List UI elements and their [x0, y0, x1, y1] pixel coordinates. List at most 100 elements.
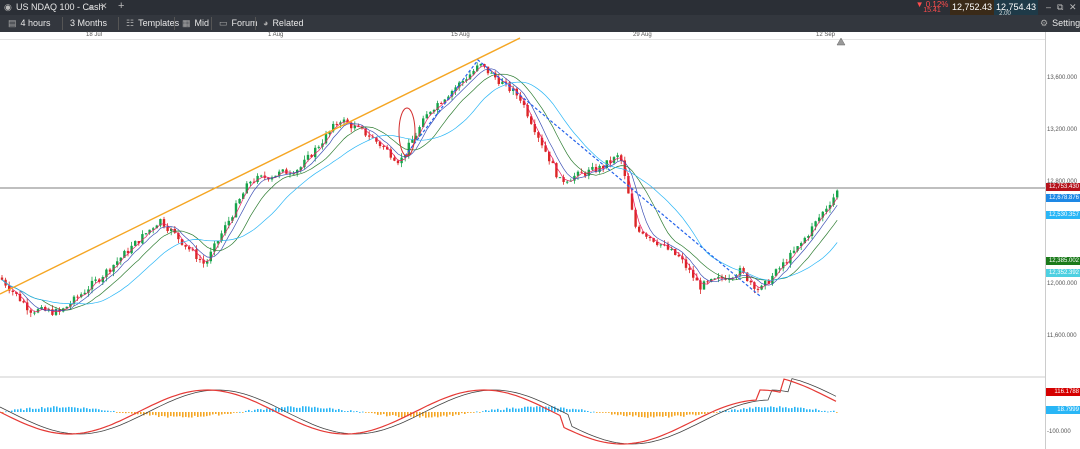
- histogram-bar: [482, 411, 484, 413]
- histogram-bar: [800, 407, 802, 412]
- histogram-bar: [680, 412, 682, 417]
- histogram-bar: [563, 407, 565, 412]
- histogram-bar: [95, 408, 97, 412]
- histogram-bar: [665, 412, 667, 416]
- candle-body: [162, 219, 166, 227]
- histogram-bar: [467, 412, 469, 413]
- histogram-bar: [368, 412, 370, 413]
- histogram-bar: [608, 412, 610, 413]
- candle-body: [566, 181, 569, 183]
- candle-body: [778, 268, 781, 270]
- histogram-bar: [377, 412, 379, 415]
- histogram-bar: [683, 412, 685, 417]
- histogram-bar: [161, 412, 163, 417]
- histogram-bar: [818, 410, 820, 412]
- histogram-bar: [611, 412, 613, 415]
- candle-body: [836, 190, 839, 198]
- histogram-bar: [743, 408, 745, 412]
- histogram-bar: [644, 412, 646, 418]
- histogram-bar: [227, 412, 229, 415]
- candle-body: [688, 267, 691, 270]
- candle-body: [411, 139, 414, 143]
- popout-icon[interactable]: ⧉: [1057, 2, 1063, 13]
- histogram-bar: [446, 412, 448, 417]
- histogram-bar: [716, 412, 718, 413]
- candle-body: [22, 301, 25, 303]
- histogram-bar: [131, 412, 133, 414]
- histogram-bar: [374, 412, 376, 414]
- candle-body: [425, 114, 428, 119]
- histogram-bar: [476, 411, 478, 413]
- histogram-bar: [704, 412, 706, 415]
- histogram-bar: [236, 412, 238, 413]
- candle-body: [591, 166, 594, 170]
- histogram-bar: [299, 407, 301, 412]
- histogram-bar: [245, 410, 247, 412]
- histogram-bar: [602, 412, 604, 413]
- candle-body: [134, 241, 137, 246]
- histogram-bar: [443, 412, 445, 416]
- histogram-bar: [383, 412, 385, 415]
- candle-body: [249, 181, 252, 184]
- histogram-bar: [767, 407, 769, 412]
- histogram-bar: [260, 409, 262, 412]
- histogram-bar: [737, 410, 739, 412]
- histogram-bar: [695, 412, 697, 416]
- histogram-bar: [761, 407, 763, 412]
- histogram-bar: [578, 409, 580, 412]
- histogram-bar: [59, 407, 61, 412]
- histogram-bar: [497, 408, 499, 412]
- histogram-bar: [473, 412, 475, 413]
- histogram-bar: [425, 412, 427, 418]
- histogram-bar: [317, 407, 319, 412]
- histogram-bar: [110, 411, 112, 413]
- histogram-bar: [821, 411, 823, 412]
- histogram-bar: [200, 412, 202, 417]
- histogram-bar: [791, 408, 793, 412]
- histogram-bar: [401, 412, 403, 418]
- histogram-bar: [434, 412, 436, 417]
- histogram-bar: [806, 409, 808, 412]
- candle-body: [440, 103, 443, 105]
- histogram-bar: [404, 412, 406, 417]
- histogram-bar: [323, 408, 325, 412]
- histogram-bar: [542, 407, 544, 412]
- candle-body: [792, 250, 796, 253]
- histogram-bar: [617, 412, 619, 416]
- histogram-bar: [167, 412, 169, 418]
- candle-body: [238, 198, 241, 204]
- histogram-bar: [35, 408, 37, 412]
- price-axis[interactable]: [1045, 32, 1080, 449]
- moving-average-line: [1, 73, 838, 311]
- histogram-bar: [23, 410, 25, 412]
- histogram-bar: [734, 409, 736, 412]
- histogram-bar: [188, 412, 190, 418]
- histogram-bar: [575, 409, 577, 412]
- histogram-bar: [599, 412, 601, 413]
- histogram-bar: [836, 412, 838, 413]
- histogram-bar: [62, 407, 64, 412]
- histogram-bar: [521, 408, 523, 412]
- histogram-bar: [437, 412, 439, 418]
- close-window-icon[interactable]: ✕: [1069, 2, 1077, 13]
- histogram-bar: [566, 408, 568, 412]
- histogram-bar: [674, 412, 676, 416]
- histogram-bar: [287, 406, 289, 412]
- candle-body: [558, 177, 562, 179]
- histogram-bar: [332, 408, 334, 412]
- candle-body: [490, 72, 493, 74]
- histogram-bar: [290, 406, 292, 412]
- histogram-bar: [785, 407, 787, 412]
- histogram-bar: [833, 410, 835, 412]
- candle-body: [479, 64, 482, 66]
- histogram-bar: [41, 407, 43, 412]
- histogram-bar: [158, 412, 160, 418]
- price-chart[interactable]: [0, 0, 1045, 449]
- histogram-bar: [209, 412, 211, 416]
- histogram-bar: [449, 412, 451, 415]
- histogram-bar: [335, 409, 337, 412]
- histogram-bar: [266, 408, 268, 412]
- histogram-bar: [752, 408, 754, 412]
- histogram-bar: [470, 412, 472, 413]
- minimize-icon[interactable]: –: [1046, 2, 1051, 12]
